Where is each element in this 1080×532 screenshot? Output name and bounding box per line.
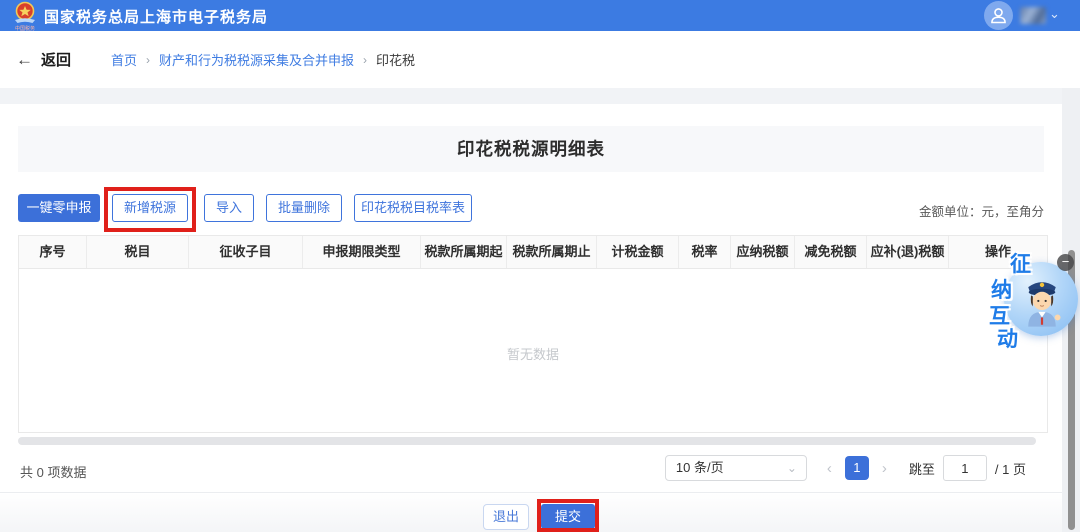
app-title: 国家税务总局上海市电子税务局: [44, 6, 268, 27]
add-source-button[interactable]: 新增税源: [112, 194, 188, 222]
main-card: 印花税税源明细表 一键零申报 新增税源 导入 批量删除 印花税税目税率表 金额单…: [0, 104, 1062, 492]
table-header-row: 序号 税目 征收子目 申报期限类型 税款所属期起 税款所属期止 计税金额 税率 …: [19, 236, 1047, 269]
table-column-header: 税率: [679, 236, 731, 268]
table-column-header: 应补(退)税额: [867, 236, 949, 268]
pagination: 10 条/页 ⌄ ‹ 1 › 跳至 / 1 页: [665, 455, 1026, 481]
jump-to-label: 跳至: [909, 459, 935, 478]
person-icon: [988, 5, 1009, 26]
table-column-header: 计税金额: [597, 236, 679, 268]
page: 中国税务 国家税务总局上海市电子税务局 ⌄ ← 返回 首页 › 财产和行为税税源…: [0, 0, 1080, 532]
footer-bar: 退出 提交: [0, 492, 1080, 532]
rate-table-button[interactable]: 印花税税目税率表: [354, 194, 472, 222]
tax-source-table: 序号 税目 征收子目 申报期限类型 税款所属期起 税款所属期止 计税金额 税率 …: [18, 235, 1048, 433]
page-size-value: 10 条/页: [676, 460, 724, 475]
table-column-header: 税款所属期起: [421, 236, 507, 268]
title-band: 印花税税源明细表: [18, 126, 1044, 172]
batch-delete-button[interactable]: 批量删除: [266, 194, 342, 222]
breadcrumb-separator-icon: ›: [363, 53, 367, 67]
page-title: 印花税税源明细表: [457, 139, 605, 159]
back-arrow-icon: ←: [16, 50, 33, 70]
user-name-blurred[interactable]: [1020, 7, 1046, 24]
total-pages-text: / 1 页: [995, 459, 1026, 478]
user-avatar[interactable]: [984, 1, 1013, 30]
table-horizontal-scrollbar[interactable]: [18, 437, 1036, 445]
table-column-header: 征收子目: [189, 236, 303, 268]
back-label: 返回: [41, 49, 71, 70]
import-button[interactable]: 导入: [204, 194, 254, 222]
breadcrumb-separator-icon: ›: [146, 53, 150, 67]
page-size-select[interactable]: 10 条/页 ⌄: [665, 455, 807, 481]
widget-minimize-button[interactable]: −: [1057, 254, 1074, 271]
next-page-button[interactable]: ›: [882, 460, 887, 477]
tax-emblem-icon: 中国税务: [12, 1, 38, 31]
amount-unit-note: 金额单位：元，至角分: [919, 201, 1044, 220]
table-column-header: 序号: [19, 236, 87, 268]
table-column-header: 减免税额: [795, 236, 867, 268]
page-background-gap: [0, 88, 1080, 104]
submit-button[interactable]: 提交: [541, 504, 595, 529]
chevron-down-icon[interactable]: ⌄: [1049, 6, 1060, 22]
breadcrumb-bar: ← 返回 首页 › 财产和行为税税源采集及合并申报 › 印花税: [0, 31, 1080, 88]
jump-page-input[interactable]: [943, 455, 987, 481]
page-1-button[interactable]: 1: [845, 456, 869, 480]
back-button[interactable]: ← 返回: [16, 49, 71, 70]
chevron-down-icon: ⌄: [787, 456, 797, 480]
zero-declare-button[interactable]: 一键零申报: [18, 194, 100, 222]
empty-state-text: 暂无数据: [19, 344, 1047, 363]
breadcrumb: 首页 › 财产和行为税税源采集及合并申报 › 印花税: [111, 50, 415, 69]
breadcrumb-current: 印花税: [376, 50, 415, 69]
app-header: 中国税务 国家税务总局上海市电子税务局 ⌄: [0, 0, 1080, 31]
table-column-header: 应纳税额: [731, 236, 795, 268]
total-count-text: 共 0 项数据: [20, 462, 86, 481]
table-column-header: 申报期限类型: [303, 236, 421, 268]
breadcrumb-home[interactable]: 首页: [111, 50, 137, 69]
exit-button[interactable]: 退出: [483, 504, 529, 530]
table-column-header: 税目: [87, 236, 189, 268]
table-column-header: 税款所属期止: [507, 236, 597, 268]
breadcrumb-category[interactable]: 财产和行为税税源采集及合并申报: [159, 50, 354, 69]
tax-officer-illustration: [1020, 272, 1064, 328]
interaction-widget[interactable]: [1004, 262, 1078, 336]
prev-page-button[interactable]: ‹: [827, 460, 832, 477]
